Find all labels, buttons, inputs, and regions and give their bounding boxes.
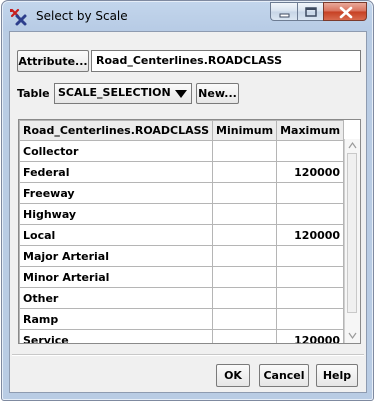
table-label: Table bbox=[17, 87, 50, 100]
table-row[interactable]: Other bbox=[19, 287, 345, 309]
column-header-roadclass[interactable]: Road_Centerlines.ROADCLASS bbox=[19, 120, 214, 141]
table-row[interactable]: Service 120000 bbox=[19, 329, 345, 343]
cell-minimum[interactable] bbox=[212, 287, 278, 309]
cell-minimum[interactable] bbox=[212, 224, 278, 246]
cell-roadclass[interactable]: Federal bbox=[19, 161, 214, 183]
footer-divider bbox=[12, 354, 364, 356]
table-row[interactable]: Local 120000 bbox=[19, 224, 345, 246]
cell-maximum[interactable]: 120000 bbox=[276, 329, 345, 343]
select-by-scale-window: Select by Scale Attribute... Road_Center… bbox=[1, 0, 374, 401]
ok-button[interactable]: OK bbox=[216, 364, 250, 387]
cell-maximum[interactable] bbox=[276, 140, 345, 162]
cell-roadclass[interactable]: Major Arterial bbox=[19, 245, 214, 267]
table-row[interactable]: Ramp bbox=[19, 308, 345, 330]
table-row[interactable]: Collector bbox=[19, 140, 345, 162]
close-button[interactable] bbox=[323, 2, 367, 21]
cell-minimum[interactable] bbox=[212, 203, 278, 225]
cell-maximum[interactable] bbox=[276, 182, 345, 204]
title-bar[interactable]: Select by Scale bbox=[2, 1, 373, 32]
scale-select-app-icon bbox=[9, 7, 29, 27]
cell-minimum[interactable] bbox=[212, 140, 278, 162]
cell-roadclass[interactable]: Minor Arterial bbox=[19, 266, 214, 288]
cell-minimum[interactable] bbox=[212, 329, 278, 343]
cell-minimum[interactable] bbox=[212, 182, 278, 204]
cell-maximum[interactable] bbox=[276, 308, 345, 330]
window-title: Select by Scale bbox=[36, 9, 128, 23]
cell-roadclass[interactable]: Ramp bbox=[19, 308, 214, 330]
cell-roadclass[interactable]: Collector bbox=[19, 140, 214, 162]
cell-maximum[interactable]: 120000 bbox=[276, 224, 345, 246]
column-header-minimum[interactable]: Minimum bbox=[212, 120, 278, 141]
new-table-button[interactable]: New... bbox=[196, 83, 239, 104]
table-select-value: SCALE_SELECTION bbox=[58, 86, 171, 99]
column-header-maximum[interactable]: Maximum bbox=[276, 120, 345, 141]
cell-roadclass[interactable]: Highway bbox=[19, 203, 214, 225]
cell-minimum[interactable] bbox=[212, 308, 278, 330]
maximize-button[interactable] bbox=[297, 2, 323, 21]
minimize-button[interactable] bbox=[270, 2, 297, 21]
cell-minimum[interactable] bbox=[212, 161, 278, 183]
cell-maximum[interactable] bbox=[276, 203, 345, 225]
dialog-body: Attribute... Road_Centerlines.ROADCLASS … bbox=[9, 31, 367, 393]
minimize-icon bbox=[279, 13, 290, 18]
scale-table-grid: Road_Centerlines.ROADCLASS Minimum Maxim… bbox=[19, 120, 345, 343]
cell-maximum[interactable] bbox=[276, 266, 345, 288]
attribute-field[interactable]: Road_Centerlines.ROADCLASS bbox=[91, 50, 361, 72]
table-select[interactable]: SCALE_SELECTION bbox=[54, 83, 192, 104]
table-row[interactable]: Federal 120000 bbox=[19, 161, 345, 183]
scrollbar-thumb[interactable] bbox=[347, 153, 357, 313]
cell-roadclass[interactable]: Freeway bbox=[19, 182, 214, 204]
cell-minimum[interactable] bbox=[212, 266, 278, 288]
cancel-button[interactable]: Cancel bbox=[259, 364, 309, 387]
cell-roadclass[interactable]: Service bbox=[19, 329, 214, 343]
table-row[interactable]: Major Arterial bbox=[19, 245, 345, 267]
scroll-down-icon[interactable] bbox=[347, 330, 358, 341]
cell-roadclass[interactable]: Other bbox=[19, 287, 214, 309]
maximize-icon bbox=[305, 7, 317, 17]
scale-table[interactable]: Road_Centerlines.ROADCLASS Minimum Maxim… bbox=[18, 119, 361, 344]
table-row[interactable]: Highway bbox=[19, 203, 345, 225]
attribute-button[interactable]: Attribute... bbox=[17, 50, 89, 72]
close-icon bbox=[339, 6, 353, 19]
cell-maximum[interactable] bbox=[276, 245, 345, 267]
chevron-down-icon bbox=[175, 90, 187, 98]
scroll-up-icon[interactable] bbox=[347, 140, 358, 151]
table-row[interactable]: Minor Arterial bbox=[19, 266, 345, 288]
cell-maximum[interactable]: 120000 bbox=[276, 161, 345, 183]
vertical-scrollbar[interactable] bbox=[344, 139, 360, 343]
cell-maximum[interactable] bbox=[276, 287, 345, 309]
table-row[interactable]: Freeway bbox=[19, 182, 345, 204]
table-header-row: Road_Centerlines.ROADCLASS Minimum Maxim… bbox=[19, 120, 345, 141]
help-button[interactable]: Help bbox=[316, 364, 358, 387]
cell-minimum[interactable] bbox=[212, 245, 278, 267]
cell-roadclass[interactable]: Local bbox=[19, 224, 214, 246]
